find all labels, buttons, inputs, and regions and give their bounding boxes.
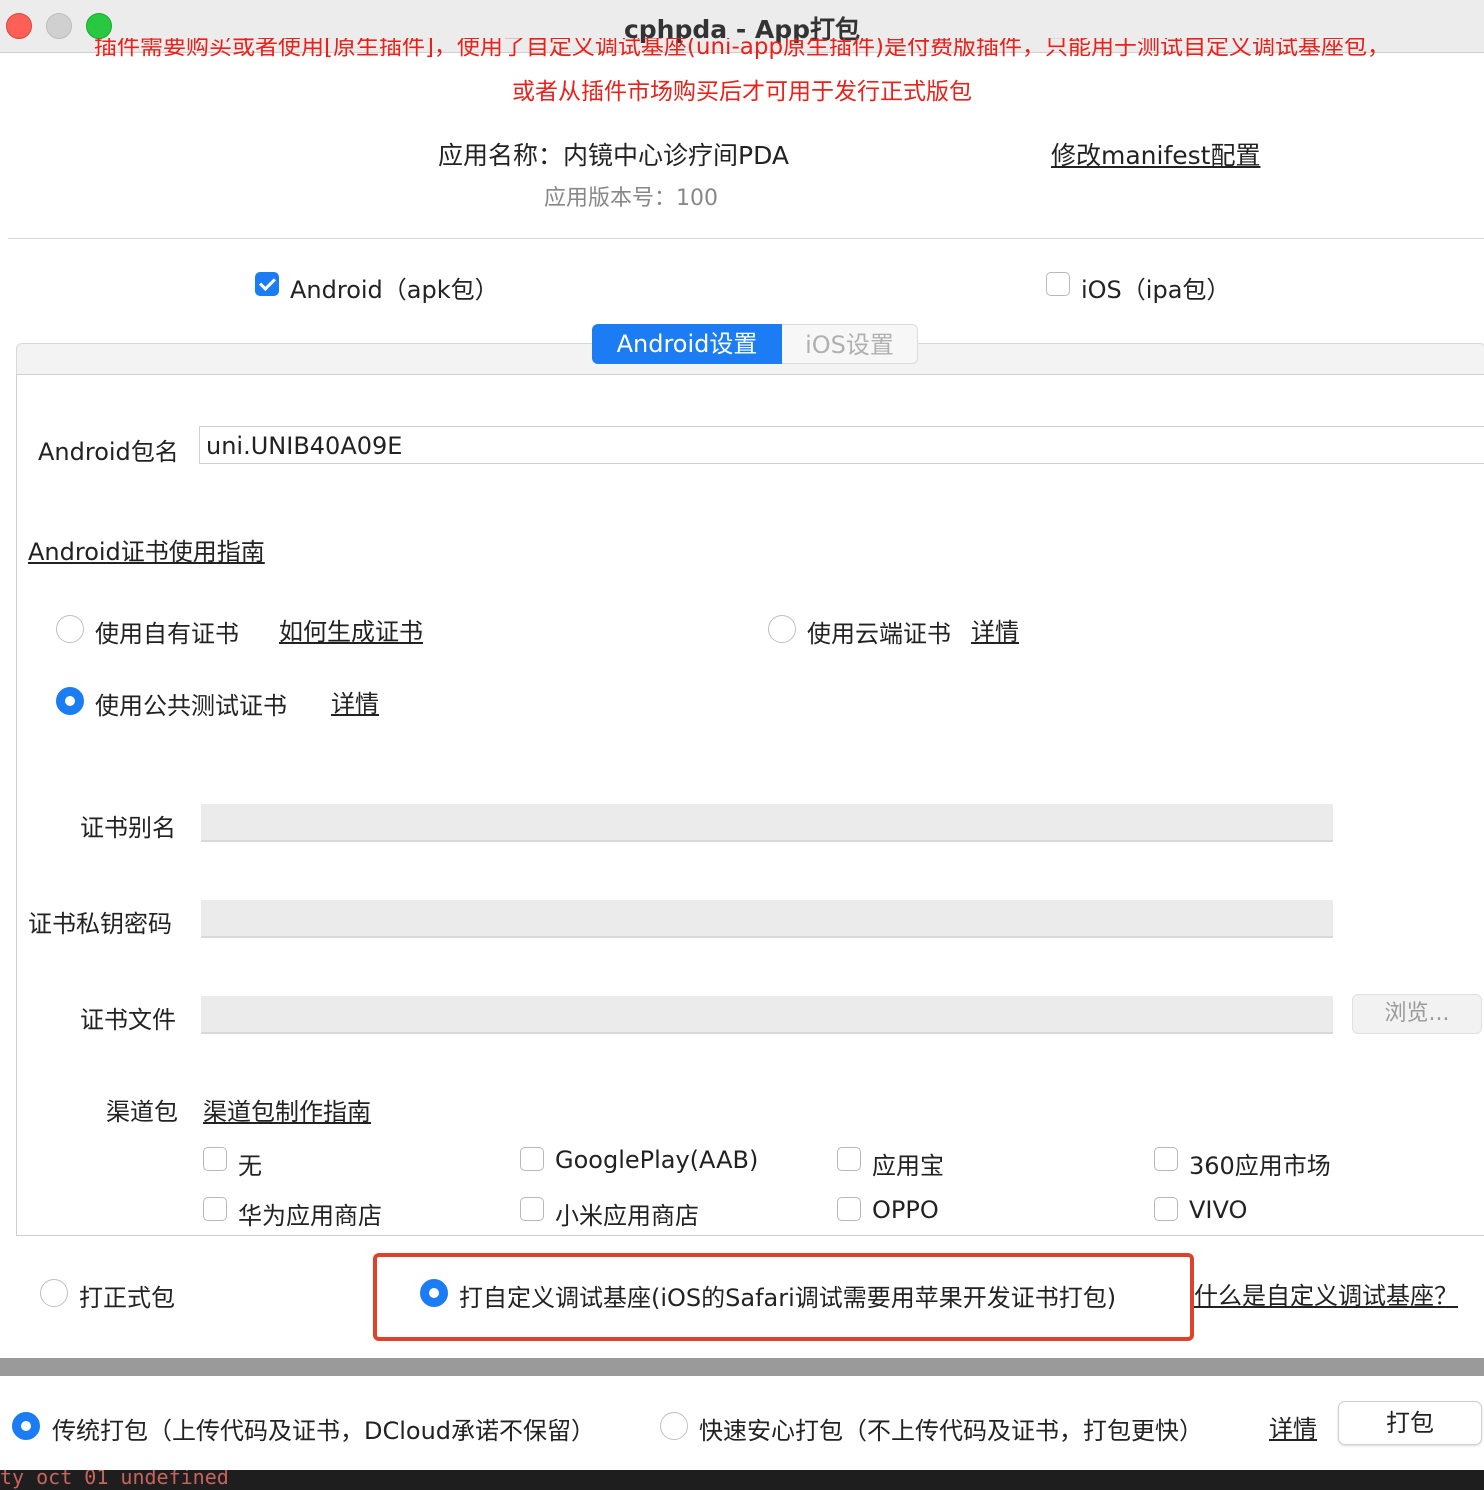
cert-password-input[interactable]	[201, 900, 1333, 938]
channel-label-360: 360应用市场	[1189, 1152, 1331, 1180]
app-version: 应用版本号：100	[544, 186, 718, 211]
pack-details-link[interactable]: 详情	[1269, 1409, 1317, 1444]
tab-android-settings[interactable]: Android设置	[592, 324, 782, 364]
traditional-pack-label: 传统打包（上传代码及证书，DCloud承诺不保留）	[52, 1417, 596, 1445]
channel-label-googleplay: GooglePlay(AAB)	[555, 1146, 759, 1174]
cloud-cert-label: 使用云端证书	[807, 620, 951, 648]
cert-file-label: 证书文件	[80, 1006, 176, 1034]
channel-checkbox-vivo[interactable]	[1154, 1197, 1178, 1221]
bottom-separator	[0, 1358, 1484, 1376]
channel-checkbox-huawei[interactable]	[203, 1197, 227, 1221]
cert-guide-link[interactable]: Android证书使用指南	[28, 532, 265, 567]
release-build-radio[interactable]	[40, 1279, 68, 1307]
cloud-cert-radio[interactable]	[768, 615, 796, 643]
traditional-pack-radio[interactable]	[12, 1412, 40, 1440]
channel-checkbox-xiaomi[interactable]	[520, 1197, 544, 1221]
channel-label-none: 无	[238, 1152, 262, 1180]
android-checkbox[interactable]	[255, 272, 279, 296]
divider	[8, 238, 1484, 239]
warning-line-1: 插件需要购买或者使用[原生插件]，使用了自定义调试基座(uni-app原生插件)…	[93, 38, 1391, 60]
channel-guide-link[interactable]: 渠道包制作指南	[203, 1092, 371, 1127]
public-cert-radio[interactable]	[56, 687, 84, 715]
warning-line-2: 或者从插件市场购买后才可用于发行正式版包	[512, 79, 972, 105]
cert-alias-input[interactable]	[201, 804, 1333, 842]
custom-base-label: 打自定义调试基座(iOS的Safari调试需要用苹果开发证书打包)	[459, 1284, 1117, 1312]
channel-label-huawei: 华为应用商店	[238, 1202, 382, 1230]
cert-alias-label: 证书别名	[80, 814, 176, 842]
custom-base-help-link[interactable]: 什么是自定义调试基座？	[1194, 1276, 1458, 1311]
custom-base-radio[interactable]	[420, 1279, 448, 1307]
channel-checkbox-oppo[interactable]	[837, 1197, 861, 1221]
channel-label-vivo: VIVO	[1189, 1196, 1248, 1224]
fast-pack-radio[interactable]	[660, 1412, 688, 1440]
channel-checkbox-360[interactable]	[1154, 1147, 1178, 1171]
generate-cert-link[interactable]: 如何生成证书	[279, 612, 423, 647]
channel-checkbox-googleplay[interactable]	[520, 1147, 544, 1171]
own-cert-label: 使用自有证书	[95, 620, 239, 648]
browse-button[interactable]: 浏览...	[1352, 994, 1482, 1034]
release-build-label: 打正式包	[79, 1284, 175, 1312]
public-cert-label: 使用公共测试证书	[95, 692, 287, 720]
channel-checkbox-yingyongbao[interactable]	[837, 1147, 861, 1171]
android-platform-label: Android（apk包）	[290, 276, 499, 304]
public-cert-details-link[interactable]: 详情	[331, 684, 379, 719]
edit-manifest-link[interactable]: 修改manifest配置	[1051, 136, 1260, 172]
own-cert-radio[interactable]	[56, 615, 84, 643]
channel-label-xiaomi: 小米应用商店	[555, 1202, 699, 1230]
package-name-label: Android包名	[38, 438, 179, 466]
app-name: 应用名称：内镜中心诊疗间PDA	[438, 141, 789, 170]
channel-label: 渠道包	[106, 1098, 178, 1126]
package-name-input[interactable]: uni.UNIB40A09E	[199, 426, 1484, 464]
cert-file-input[interactable]	[201, 996, 1333, 1034]
ios-platform-label: iOS（ipa包）	[1081, 276, 1231, 304]
channel-label-oppo: OPPO	[872, 1196, 939, 1224]
cert-password-label: 证书私钥密码	[28, 910, 172, 938]
channel-label-yingyongbao: 应用宝	[872, 1152, 944, 1180]
tab-ios-settings[interactable]: iOS设置	[782, 324, 918, 364]
ios-checkbox[interactable]	[1046, 272, 1070, 296]
cloud-cert-details-link[interactable]: 详情	[971, 612, 1019, 647]
channel-checkbox-none[interactable]	[203, 1147, 227, 1171]
fast-pack-label: 快速安心打包（不上传代码及证书，打包更快）	[699, 1417, 1203, 1445]
pack-button[interactable]: 打包	[1338, 1401, 1482, 1445]
console-strip: ty oct 01 undefined	[0, 1470, 1484, 1490]
